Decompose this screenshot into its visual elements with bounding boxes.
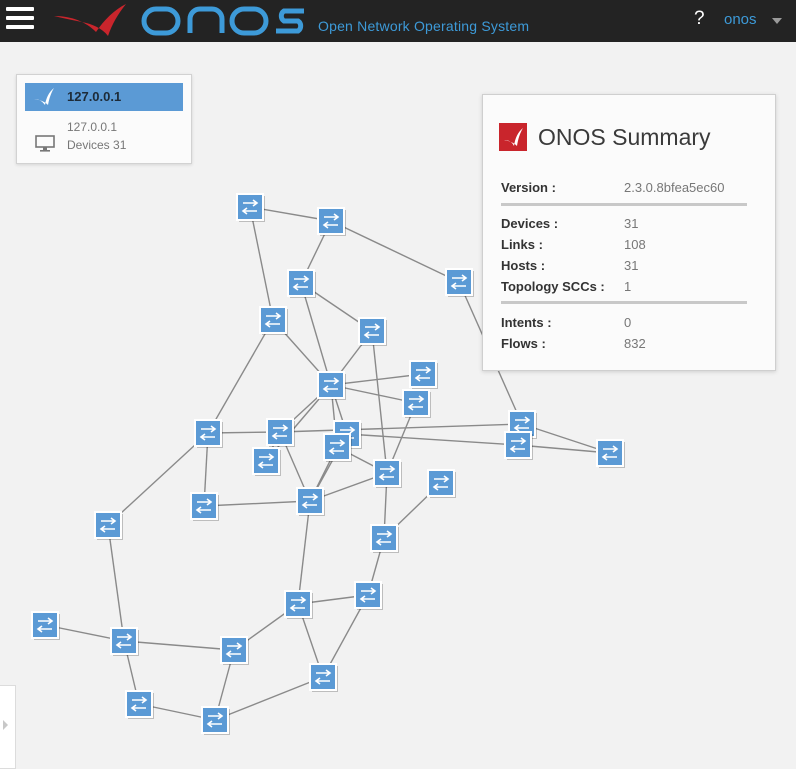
topology-link[interactable] xyxy=(330,220,460,283)
topology-link[interactable] xyxy=(297,500,311,605)
device-node[interactable] xyxy=(110,627,139,656)
device-node[interactable] xyxy=(354,581,383,610)
instance-header[interactable]: 127.0.0.1 xyxy=(25,83,183,111)
topology-link[interactable] xyxy=(207,319,274,434)
device-node[interactable] xyxy=(596,439,625,468)
topology-link[interactable] xyxy=(214,676,324,721)
divider xyxy=(501,203,747,206)
onos-bird-icon xyxy=(34,88,54,105)
device-node[interactable] xyxy=(309,663,338,692)
instance-ip: 127.0.0.1 xyxy=(67,120,118,134)
sccs-label: Topology SCCs : xyxy=(501,279,605,294)
device-node[interactable] xyxy=(236,193,265,222)
device-node[interactable] xyxy=(296,487,325,516)
topology-link[interactable] xyxy=(279,423,523,433)
device-node[interactable] xyxy=(317,371,346,400)
divider xyxy=(501,301,747,304)
device-node[interactable] xyxy=(409,360,438,389)
topology-link[interactable] xyxy=(300,282,332,386)
device-node[interactable] xyxy=(373,459,402,488)
device-node[interactable] xyxy=(94,511,123,540)
device-node[interactable] xyxy=(370,524,399,553)
topology-link[interactable] xyxy=(249,206,274,321)
hosts-value: 31 xyxy=(624,258,639,273)
devices-label: Devices : xyxy=(501,216,559,231)
device-node[interactable] xyxy=(125,690,154,719)
topology-link[interactable] xyxy=(346,433,519,446)
intents-label: Intents : xyxy=(501,315,552,330)
intents-value: 0 xyxy=(624,315,632,330)
topology-link[interactable] xyxy=(371,330,388,474)
device-node[interactable] xyxy=(504,431,533,460)
device-node[interactable] xyxy=(402,389,431,418)
instance-panel: 127.0.0.1 127.0.0.1 Devices 31 xyxy=(16,74,192,164)
device-node[interactable] xyxy=(220,636,249,665)
device-node[interactable] xyxy=(201,706,230,735)
device-node[interactable] xyxy=(445,268,474,297)
device-node[interactable] xyxy=(259,306,288,335)
sccs-value: 1 xyxy=(624,279,632,294)
onos-logo-icon xyxy=(499,123,527,151)
device-node[interactable] xyxy=(427,469,456,498)
topology-link[interactable] xyxy=(107,524,125,642)
flows-label: Flows : xyxy=(501,336,546,351)
links-label: Links : xyxy=(501,237,543,252)
instance-title: 127.0.0.1 xyxy=(67,89,122,104)
flows-value: 832 xyxy=(624,336,646,351)
version-value: 2.3.0.8bfea5ec60 xyxy=(624,180,725,195)
device-node[interactable] xyxy=(266,418,295,447)
device-node[interactable] xyxy=(252,447,281,476)
summary-panel: ONOS Summary Version : 2.3.0.8bfea5ec60 … xyxy=(482,94,776,371)
topology-link[interactable] xyxy=(123,640,235,651)
side-panel-toggle[interactable] xyxy=(0,685,16,769)
device-node[interactable] xyxy=(358,317,387,346)
chevron-right-icon xyxy=(3,720,8,730)
device-node[interactable] xyxy=(31,611,60,640)
summary-title: ONOS Summary xyxy=(538,124,711,150)
device-node[interactable] xyxy=(194,419,223,448)
device-node[interactable] xyxy=(190,492,219,521)
device-node[interactable] xyxy=(287,269,316,298)
topology-link[interactable] xyxy=(203,500,311,507)
hosts-label: Hosts : xyxy=(501,258,546,273)
version-label: Version : xyxy=(501,180,556,195)
device-node[interactable] xyxy=(323,433,352,462)
instance-devices: Devices 31 xyxy=(67,138,127,152)
device-node[interactable] xyxy=(284,590,313,619)
devices-value: 31 xyxy=(624,216,639,231)
monitor-icon xyxy=(35,135,55,152)
links-value: 108 xyxy=(624,237,646,252)
device-node[interactable] xyxy=(317,207,346,236)
